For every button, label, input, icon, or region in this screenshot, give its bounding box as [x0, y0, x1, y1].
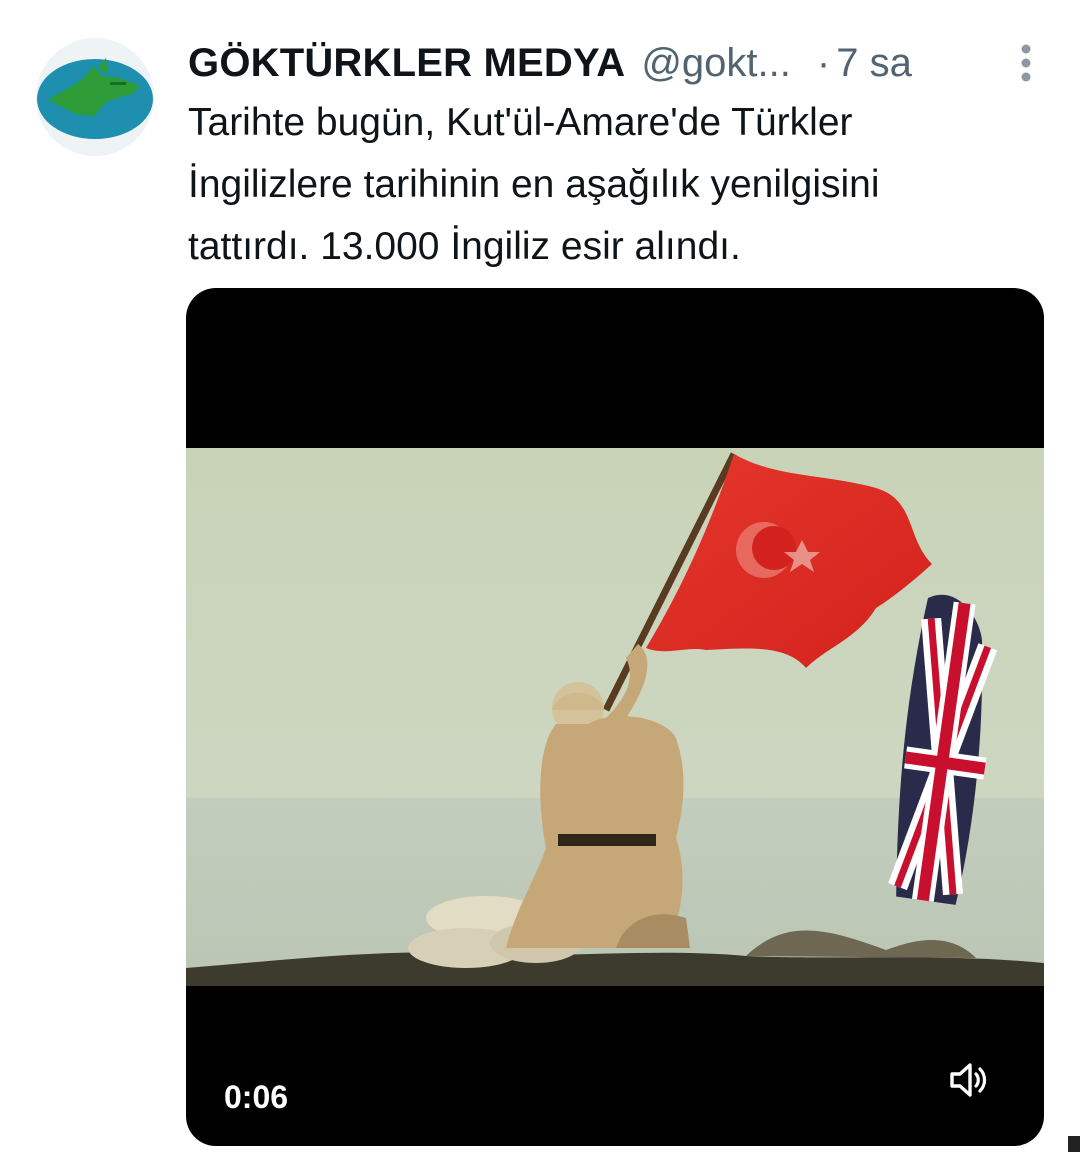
avatar[interactable]: [36, 38, 154, 156]
tweet-text-line-3: tattırdı. 13.000 İngiliz esir alındı.: [188, 225, 741, 268]
author-handle[interactable]: @gokt...: [641, 41, 791, 86]
tweet-text-line-2: İngilizlere tarihinin en aşağılık yenilg…: [188, 163, 880, 206]
tweet[interactable]: GÖKTÜRKLER MEDYA @gokt... · 7 sa Tarihte…: [0, 0, 1080, 1152]
more-vertical-icon: [1021, 44, 1031, 82]
author-display-name[interactable]: GÖKTÜRKLER MEDYA: [188, 41, 625, 86]
tweet-text-line-1: Tarihte bugün, Kut'ül-Amare'de Türkler: [188, 101, 853, 144]
video-frame[interactable]: [186, 448, 1044, 986]
mute-button[interactable]: [946, 1058, 990, 1102]
video-thumbnail-image: [186, 448, 1044, 986]
tweet-header: GÖKTÜRKLER MEDYA @gokt... · 7 sa: [188, 36, 1048, 90]
tweet-timestamp[interactable]: 7 sa: [836, 41, 912, 86]
video-duration: 0:06: [224, 1079, 289, 1115]
separator-dot: ·: [816, 40, 831, 85]
speaker-muted-icon: [950, 1063, 987, 1097]
corner-mark: [1068, 1136, 1080, 1152]
wolf-head-avatar-icon: [36, 38, 154, 156]
tweet-text: Tarihte bugün, Kut'ül-Amare'de Türkler İ…: [188, 92, 1038, 278]
video-player[interactable]: 0:06: [186, 288, 1044, 1146]
more-options-button[interactable]: [1004, 36, 1048, 90]
